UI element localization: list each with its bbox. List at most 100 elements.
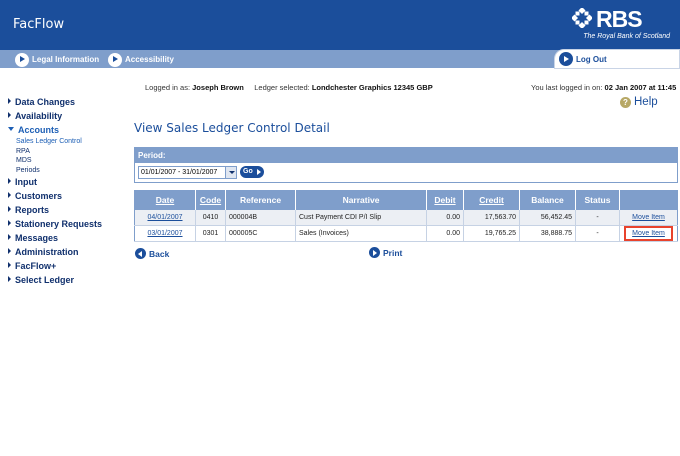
log-out-button[interactable]: Log Out — [554, 49, 680, 69]
sidebar-item-label: FacFlow+ — [15, 261, 57, 271]
date-link[interactable]: 03/01/2007 — [147, 230, 182, 237]
sidebar-item-label: Customers — [15, 191, 63, 201]
ledger-selected-label: Ledger selected: — [254, 83, 310, 92]
logged-in-label: Logged in as: — [145, 83, 191, 92]
back-button[interactable]: Back — [135, 248, 169, 259]
ledger-selected-value: Londchester Graphics 12345 GBP — [311, 83, 433, 92]
last-login-info: You last logged in on: 02 Jan 2007 at 11… — [531, 83, 676, 92]
sidebar-subitem-mds[interactable]: MDS — [8, 156, 128, 166]
cell-code: 0301 — [195, 225, 226, 242]
print-label: Print — [383, 247, 403, 258]
cell-debit: 0.00 — [426, 225, 464, 242]
arrow-right-icon — [108, 52, 122, 67]
sidebar-subitem-periods[interactable]: Periods — [8, 166, 128, 176]
date-link[interactable]: 04/01/2007 — [147, 214, 182, 221]
help-label: Help — [634, 96, 658, 108]
log-out-label: Log Out — [576, 54, 607, 64]
back-label: Back — [149, 248, 170, 259]
go-label: Go — [243, 168, 253, 175]
arrow-right-icon — [369, 247, 380, 258]
caret-down-icon — [8, 127, 14, 131]
sidebar-item-facflow-plus[interactable]: FacFlow+ — [8, 259, 128, 273]
period-select[interactable]: 01/01/2007 - 31/01/2007 — [138, 166, 237, 179]
sidebar-subitem-sales-ledger-control[interactable]: Sales Ledger Control — [8, 137, 128, 147]
brand-name: RBS — [596, 6, 643, 32]
sidebar-item-input[interactable]: Input — [8, 175, 128, 189]
period-select-value: 01/01/2007 - 31/01/2007 — [141, 169, 218, 176]
ledger-table: Date Code Reference Narrative Debit Cred… — [134, 190, 678, 242]
move-item-button[interactable]: Move Item — [624, 226, 673, 241]
caret-right-icon — [8, 206, 11, 212]
sidebar-subitem-rpa[interactable]: RPA — [8, 147, 128, 157]
last-login-value: 02 Jan 2007 at 11:45 — [604, 83, 677, 92]
caret-right-icon — [8, 234, 11, 240]
sidebar-item-label: Accounts — [18, 125, 60, 135]
caret-right-icon — [8, 276, 11, 282]
accessibility-label: Accessibility — [125, 55, 174, 64]
go-button[interactable]: Go — [240, 166, 264, 178]
period-panel: Period: 01/01/2007 - 31/01/2007 Go — [134, 147, 678, 183]
sidebar-menu: Data Changes Availability Accounts Sales… — [8, 95, 128, 287]
table-row: 03/01/2007 0301 000005C Sales (Invoices)… — [134, 225, 678, 242]
app-title: FacFlow — [13, 17, 65, 32]
cell-debit: 0.00 — [426, 209, 464, 226]
column-header-date[interactable]: Date — [134, 190, 196, 210]
column-header-status: Status — [575, 190, 620, 210]
column-header-balance: Balance — [519, 190, 576, 210]
rbs-daisy-icon — [572, 8, 592, 28]
caret-right-icon — [8, 178, 11, 184]
sidebar-item-label: Stationery Requests — [15, 219, 103, 229]
cell-date: 03/01/2007 — [134, 225, 196, 242]
last-login-label: You last logged in on: — [531, 83, 603, 92]
column-header-narrative: Narrative — [295, 190, 427, 210]
caret-right-icon — [8, 248, 11, 254]
cell-status: - — [575, 225, 620, 242]
caret-right-icon — [8, 98, 11, 104]
rbs-logo: RBS The Royal Bank of Scotland — [570, 6, 670, 44]
cell-balance: 38,888.75 — [519, 225, 576, 242]
cell-reference: 000005C — [225, 225, 296, 242]
move-item-button[interactable]: Move Item — [627, 213, 670, 222]
cell-narrative: Cust Payment CDI P/I Slip — [295, 209, 427, 226]
column-header-code[interactable]: Code — [195, 190, 226, 210]
accessibility-link[interactable]: Accessibility — [108, 52, 174, 67]
legal-information-label: Legal Information — [32, 55, 100, 64]
sidebar-item-label: Reports — [15, 205, 50, 215]
help-icon: ? — [620, 96, 631, 108]
caret-right-icon — [8, 112, 11, 118]
column-header-debit[interactable]: Debit — [426, 190, 464, 210]
sidebar-item-accounts[interactable]: Accounts — [8, 123, 128, 137]
sidebar-item-select-ledger[interactable]: Select Ledger — [8, 273, 128, 287]
chevron-down-icon — [225, 167, 236, 178]
sidebar-item-messages[interactable]: Messages — [8, 231, 128, 245]
column-header-action — [619, 190, 678, 210]
arrow-left-icon — [135, 248, 146, 259]
cell-date: 04/01/2007 — [134, 209, 196, 226]
help-link[interactable]: ? Help — [620, 96, 658, 108]
sidebar-item-label: Administration — [15, 247, 79, 257]
print-button[interactable]: Print — [369, 247, 402, 258]
sidebar-item-administration[interactable]: Administration — [8, 245, 128, 259]
cell-action: Move Item — [619, 225, 678, 242]
logged-in-user: Joseph Brown — [192, 83, 244, 92]
caret-right-icon — [8, 262, 11, 268]
sidebar-item-label: Data Changes — [15, 97, 76, 107]
period-label: Period: — [135, 148, 677, 163]
table-row: 04/01/2007 0410 000004B Cust Payment CDI… — [134, 209, 678, 226]
caret-right-icon — [8, 192, 11, 198]
table-header-row: Date Code Reference Narrative Debit Cred… — [134, 190, 678, 210]
sidebar-item-reports[interactable]: Reports — [8, 203, 128, 217]
column-header-credit[interactable]: Credit — [463, 190, 520, 210]
page-title: View Sales Ledger Control Detail — [134, 121, 330, 135]
column-header-reference: Reference — [225, 190, 296, 210]
caret-right-icon — [8, 220, 11, 226]
sidebar-item-customers[interactable]: Customers — [8, 189, 128, 203]
legal-information-link[interactable]: Legal Information — [15, 52, 99, 67]
sidebar-item-label: Availability — [15, 111, 63, 121]
sidebar-item-data-changes[interactable]: Data Changes — [8, 95, 128, 109]
sidebar-item-label: Input — [15, 177, 37, 187]
cell-credit: 17,563.70 — [463, 209, 520, 226]
arrow-right-icon — [15, 52, 29, 67]
sidebar-item-availability[interactable]: Availability — [8, 109, 128, 123]
sidebar-item-stationery-requests[interactable]: Stationery Requests — [8, 217, 128, 231]
